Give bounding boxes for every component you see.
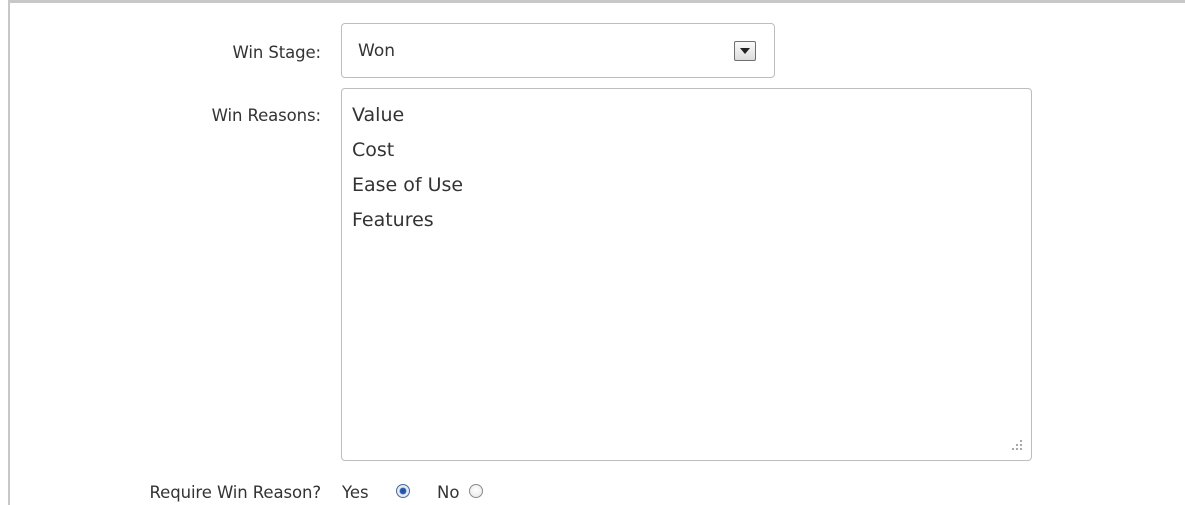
win-reason-line: Value	[352, 104, 405, 126]
chevron-down-icon[interactable]	[734, 41, 756, 61]
require-win-reason-label: Require Win Reason?	[149, 483, 322, 502]
radio-yes[interactable]	[396, 484, 410, 498]
radio-no-label[interactable]: No	[437, 483, 459, 502]
win-stage-label: Win Stage:	[232, 43, 322, 62]
panel-top-border	[8, 0, 1185, 3]
win-reason-line: Cost	[352, 139, 395, 161]
win-reasons-textarea[interactable]: Value Cost Ease of Use Features	[341, 88, 1032, 461]
win-reason-line: Features	[352, 209, 434, 231]
win-stage-value: Won	[358, 41, 395, 61]
panel-left-border	[8, 0, 10, 505]
win-reasons-label: Win Reasons:	[211, 106, 321, 125]
resize-grip-icon[interactable]	[1009, 439, 1023, 453]
win-stage-select[interactable]: Won	[341, 23, 775, 78]
win-reason-line: Ease of Use	[352, 174, 464, 196]
radio-no[interactable]	[469, 484, 483, 498]
radio-yes-label[interactable]: Yes	[342, 483, 369, 502]
